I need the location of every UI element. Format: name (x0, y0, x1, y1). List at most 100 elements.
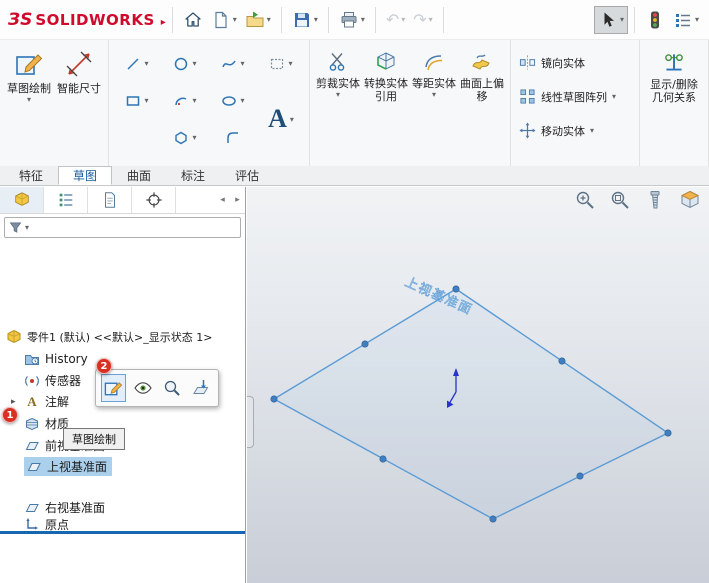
separator (375, 7, 376, 33)
smart-dimension-button[interactable]: 智能尺寸 (54, 45, 104, 161)
magnifier-icon (162, 378, 182, 398)
plane-icon (26, 459, 42, 475)
linear-pattern-button[interactable]: 线性草图阵列 ▾ (515, 86, 635, 107)
dropdown-caret-icon: ▾ (192, 133, 196, 142)
expand-arrow-icon[interactable]: ▸ (11, 397, 16, 407)
save-icon (292, 10, 312, 30)
circle-icon (173, 56, 189, 72)
dimxpert-tab[interactable] (132, 187, 176, 213)
sketch-picture-tool-button[interactable]: ▾ (257, 49, 305, 79)
move-entities-button[interactable]: 移动实体 ▾ (515, 120, 635, 141)
zoom-to-fit-button[interactable] (609, 189, 631, 211)
surface-offset-button[interactable]: 曲面上偏移 (458, 45, 506, 161)
point-tool-button[interactable] (113, 123, 161, 153)
dropdown-caret-icon: ▾ (336, 90, 340, 99)
funnel-icon[interactable] (9, 221, 22, 234)
dropdown-caret-icon[interactable]: ▾ (25, 223, 29, 232)
history-folder-icon (24, 351, 40, 367)
line-icon (125, 56, 141, 72)
circle-tool-button[interactable]: ▾ (161, 49, 209, 79)
page-icon (101, 191, 119, 209)
mirror-entities-label: 镜向实体 (541, 55, 585, 71)
sensor-icon (24, 373, 40, 389)
context-normal-to-button[interactable] (188, 374, 213, 402)
separator (443, 7, 444, 33)
rollback-bar[interactable] (0, 531, 245, 534)
context-sketch-button[interactable] (101, 374, 126, 402)
model-view: 上视基准面 (247, 187, 709, 583)
fillet-tool-button[interactable] (209, 123, 257, 153)
options-list-button[interactable]: ▾ (669, 6, 703, 34)
tree-item-label: 传感器 (45, 372, 81, 389)
panel-splitter-handle[interactable] (247, 396, 254, 448)
spline-tool-button[interactable]: ▾ (209, 49, 257, 79)
dropdown-caret-icon: ▾ (590, 126, 594, 135)
context-zoom-to-selection-button[interactable] (159, 374, 184, 402)
tree-item-history[interactable]: History (0, 349, 245, 368)
configurationmanager-tab[interactable] (88, 187, 132, 213)
separator (281, 7, 282, 33)
select-tool-button[interactable]: ▾ (594, 6, 628, 34)
tab-surfaces[interactable]: 曲面 (112, 166, 166, 185)
display-relations-button[interactable]: 显示/删除几何关系 (644, 45, 704, 161)
screw-icon (644, 189, 666, 211)
open-button[interactable]: ▾ (241, 6, 275, 34)
panel-tab-scroll-left[interactable]: ◂ (215, 187, 230, 213)
offset-entities-label: 等距实体 (411, 77, 457, 90)
tab-markup[interactable]: 标注 (166, 166, 220, 185)
featuremanager-tab[interactable] (0, 187, 44, 213)
ribbon-group-relations: 显示/删除几何关系 (640, 40, 709, 166)
surface-offset-icon (471, 51, 493, 73)
callout-badge-1: 1 (2, 407, 18, 423)
cursor-arrow-icon (598, 10, 618, 30)
filter-input[interactable] (32, 219, 236, 236)
part-icon (13, 191, 31, 209)
titlebar: ЗS SOLIDWORKS ▸ ▾ ▾ ▾ ▾ ↶ ▾ (0, 0, 709, 40)
redo-button[interactable]: ↷ ▾ (409, 6, 436, 34)
zoom-to-area-button[interactable] (574, 189, 596, 211)
save-button[interactable]: ▾ (288, 6, 322, 34)
dropdown-caret-icon: ▾ (314, 15, 318, 24)
normal-to-icon (191, 378, 211, 398)
convert-entities-button[interactable]: 转换实体引用 (362, 45, 410, 161)
tree-item-part-root[interactable]: 零件1 (默认) <<默认>_显示状态 1> (0, 327, 245, 346)
polygon-icon (173, 130, 189, 146)
ellipse-tool-button[interactable]: ▾ (209, 86, 257, 116)
mirror-entities-button[interactable]: 镜向实体 (515, 52, 635, 73)
rectangle-tool-button[interactable]: ▾ (113, 86, 161, 116)
convert-entities-label: 转换实体引用 (363, 77, 409, 103)
polygon-tool-button[interactable]: ▾ (161, 123, 209, 153)
trim-entities-button[interactable]: 剪裁实体 ▾ (314, 45, 362, 161)
print-button[interactable]: ▾ (335, 6, 369, 34)
undo-icon: ↶ (386, 10, 399, 30)
text-tool-button[interactable]: A ▾ (257, 104, 305, 134)
arc-tool-button[interactable]: ▾ (161, 86, 209, 116)
propertymanager-tab[interactable] (44, 187, 88, 213)
scissors-icon (327, 51, 349, 73)
line-tool-button[interactable]: ▾ (113, 49, 161, 79)
panel-tab-scroll-right[interactable]: ▸ (230, 187, 245, 213)
interference-check-button[interactable] (641, 6, 669, 34)
new-document-button[interactable]: ▾ (207, 6, 241, 34)
move-entities-icon (519, 122, 536, 139)
selected-highlight: 上视基准面 (24, 457, 112, 476)
top-plane-face[interactable] (274, 289, 668, 519)
offset-entities-button[interactable]: 等距实体 ▾ (410, 45, 458, 161)
dropdown-caret-icon: ▾ (267, 15, 271, 24)
tree-item-label: 注解 (45, 393, 69, 410)
context-show-hide-button[interactable] (130, 374, 155, 402)
home-button[interactable] (179, 6, 207, 34)
tab-sketch[interactable]: 草图 (58, 166, 112, 185)
tree-item-top-plane[interactable]: 上视基准面 (0, 457, 245, 476)
graphics-viewport[interactable]: 上视基准面 (247, 187, 709, 583)
tab-evaluate[interactable]: 评估 (220, 166, 274, 185)
brand-expand-arrow[interactable]: ▸ (161, 17, 166, 28)
sketch-button[interactable]: 草图绘制 ▾ (4, 45, 54, 161)
brand-name: SOLIDWORKS (35, 11, 154, 29)
section-view-button[interactable] (679, 189, 701, 211)
linear-pattern-icon (519, 88, 536, 105)
tab-features[interactable]: 特征 (4, 166, 58, 185)
undo-button[interactable]: ↶ ▾ (382, 6, 409, 34)
view-settings-button[interactable] (644, 189, 666, 211)
dropdown-caret-icon: ▾ (240, 59, 244, 68)
